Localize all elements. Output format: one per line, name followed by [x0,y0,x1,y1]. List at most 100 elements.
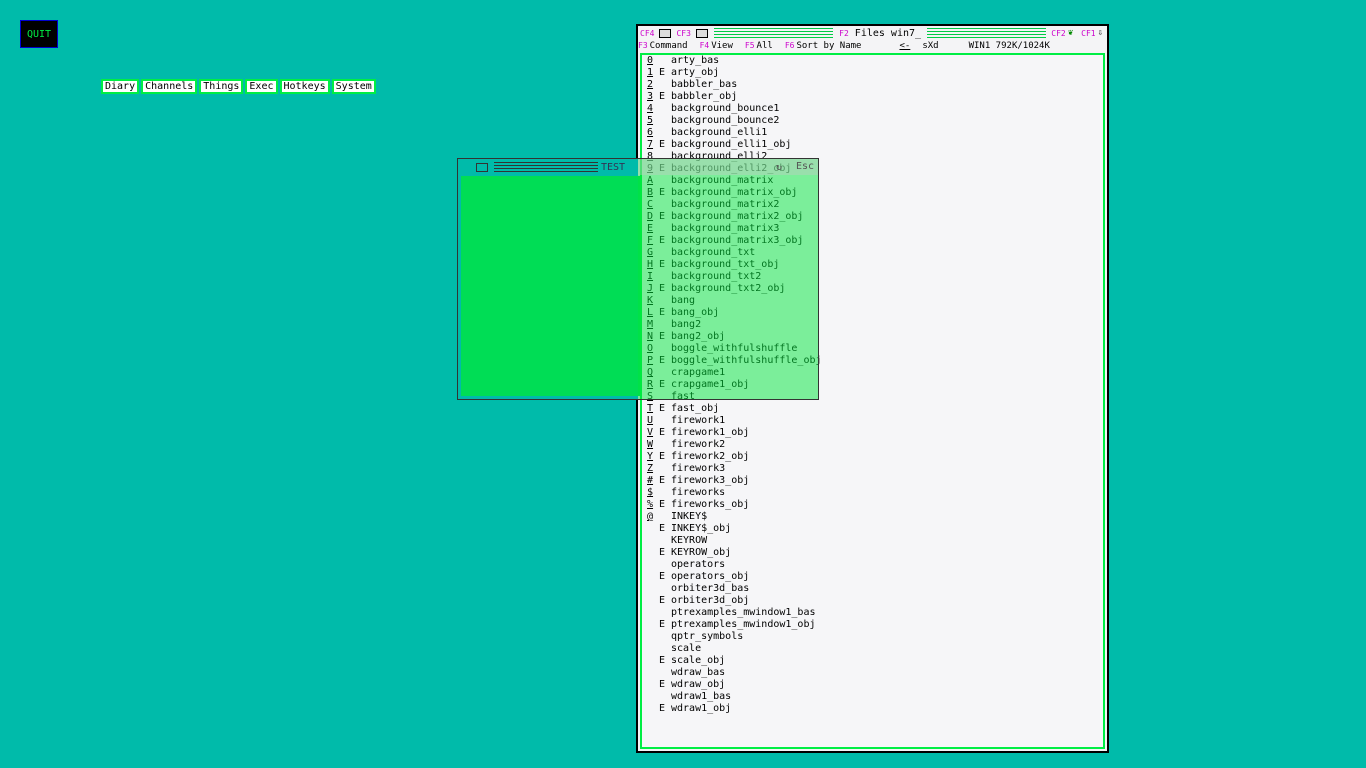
file-hotkey: Y [647,451,654,462]
file-row[interactable]: Eoperators_obj [642,571,1103,583]
file-name: KEYROW [671,535,708,546]
file-row[interactable]: 3 Ebabbler_obj [642,91,1103,103]
file-row[interactable]: T Efast_obj [642,403,1103,415]
quit-button[interactable]: QUIT [20,20,58,48]
file-row[interactable]: E INKEY$_obj [642,523,1103,535]
file-name: wdraw_obj [671,679,726,690]
file-row[interactable]: scale [642,643,1103,655]
memory-status: WIN1 792K/1024K [968,41,1050,51]
file-row[interactable]: wdraw_bas [642,667,1103,679]
file-row[interactable]: V Efirework1_obj [642,427,1103,439]
file-hotkey: 2 [647,79,654,90]
file-hotkey: 7 [647,139,654,150]
cf3-key[interactable]: CF3 [674,29,692,38]
file-exec-flag: E [659,547,666,558]
top-menu: Diary Channels Things Exec Hotkeys System [101,79,376,94]
title-stripes [494,162,598,172]
file-name: qptr_symbols [671,631,744,642]
file-row[interactable]: 5 background_bounce2 [642,115,1103,127]
sxd-button[interactable]: sXd [922,41,938,51]
file-name: firework1_obj [671,427,750,438]
file-hotkey: 3 [647,91,654,102]
file-row[interactable]: # Efirework3_obj [642,475,1103,487]
test-window-overlay [638,159,818,399]
menu-item-things[interactable]: Things [199,79,244,94]
file-exec-flag: E [659,475,666,486]
test-title-bar[interactable]: TEST [458,159,818,175]
windows-icon[interactable] [659,28,672,38]
title-stripes [713,28,834,38]
cf4-key[interactable]: CF4 [638,29,656,38]
file-hotkey: 1 [647,67,654,78]
file-hotkey: 0 [647,55,654,66]
files-title-bar[interactable]: CF4 CF3 F2 Files win7_ CF2 ❦ CF1 ⇩ [638,26,1107,40]
move-down-icon[interactable]: ⇩ [1098,28,1107,38]
file-name: background_bounce1 [671,103,780,114]
file-name: fireworks_obj [671,499,750,510]
file-row[interactable]: Ewdraw_obj [642,679,1103,691]
file-row[interactable]: $ fireworks [642,487,1103,499]
file-name: arty_bas [671,55,720,66]
file-name: orbiter3d_bas [671,583,750,594]
title-stripes [927,28,1047,38]
file-name: operators_obj [671,571,750,582]
back-button[interactable]: <- [899,41,910,51]
view-menu[interactable]: F4 View [700,41,739,51]
file-row[interactable]: % Efireworks_obj [642,499,1103,511]
file-row[interactable]: 7 Ebackground_elli1_obj [642,139,1103,151]
file-row[interactable]: 4 background_bounce1 [642,103,1103,115]
cf2-key[interactable]: CF2 [1049,29,1067,38]
file-row[interactable]: @ INKEY$ [642,511,1103,523]
file-name: scale [671,643,702,654]
file-row[interactable]: ptrexamples_mwindow1_bas [642,607,1103,619]
file-name: background_elli1 [671,127,768,138]
file-row[interactable]: Y Efirework2_obj [642,451,1103,463]
file-name: background_elli1_obj [671,139,792,150]
file-row[interactable]: Ufirework1 [642,415,1103,427]
file-row[interactable]: Ewdraw1_obj [642,703,1103,715]
esc-button[interactable]: Esc [796,161,814,172]
file-row[interactable]: operators [642,559,1103,571]
file-row[interactable]: Zfirework3 [642,463,1103,475]
folder-icon[interactable] [695,28,708,38]
test-window-canvas[interactable] [461,176,640,396]
file-row[interactable]: 6 background_elli1 [642,127,1103,139]
file-name: firework3_obj [671,475,750,486]
file-row[interactable]: 0 arty_bas [642,55,1103,67]
test-window[interactable]: TEST ↻ Esc [457,158,819,400]
file-row[interactable]: Wfirework2 [642,439,1103,451]
file-hotkey: $ [647,487,654,498]
file-row[interactable]: orbiter3d_bas [642,583,1103,595]
file-row[interactable]: qptr_symbols [642,631,1103,643]
file-hotkey: W [647,439,654,450]
all-menu[interactable]: F5 All [745,41,779,51]
menu-item-diary[interactable]: Diary [101,79,140,94]
resize-icon[interactable]: ↻ [776,162,782,173]
file-exec-flag: E [659,451,666,462]
file-row[interactable]: Eptrexamples_mwindow1_obj [642,619,1103,631]
file-name: fireworks [671,487,726,498]
file-row[interactable]: E KEYROW_obj [642,547,1103,559]
menu-item-exec[interactable]: Exec [245,79,278,94]
file-name: scale_obj [671,655,726,666]
file-row[interactable]: 1 Earty_obj [642,67,1103,79]
menu-item-system[interactable]: System [331,79,376,94]
command-menu[interactable]: F3 Command [638,41,694,51]
file-hotkey: V [647,427,654,438]
menu-item-channels[interactable]: Channels [141,79,198,94]
file-exec-flag: E [659,91,666,102]
sort-menu[interactable]: F6 Sort by Name [785,41,868,51]
windows-icon[interactable] [476,162,488,172]
cf1-key[interactable]: CF1 [1079,29,1097,38]
brush-icon[interactable]: ❦ [1068,28,1073,38]
file-hotkey: Z [647,463,654,474]
file-row[interactable]: KEYROW [642,535,1103,547]
file-row[interactable]: wdraw1_bas [642,691,1103,703]
file-row[interactable]: 2 babbler_bas [642,79,1103,91]
file-name: arty_obj [671,67,720,78]
menu-item-hotkeys[interactable]: Hotkeys [279,79,330,94]
file-row[interactable]: Eorbiter3d_obj [642,595,1103,607]
file-name: fast_obj [671,403,720,414]
files-title[interactable]: F2 Files win7_ [836,27,925,39]
file-row[interactable]: Escale_obj [642,655,1103,667]
